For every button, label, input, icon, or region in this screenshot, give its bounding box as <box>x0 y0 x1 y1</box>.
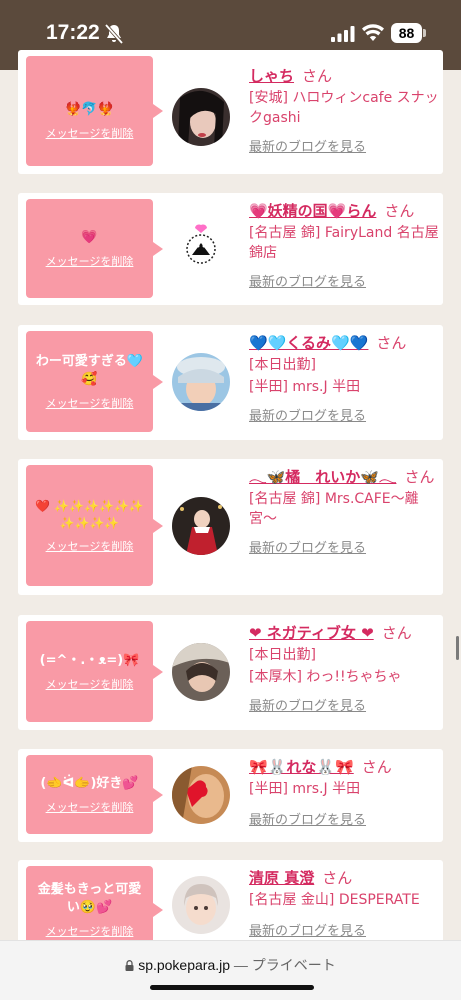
browser-address-bar[interactable]: sp.pokepara.jp — プライベート <box>0 940 461 1000</box>
cast-name-link[interactable]: 𓂃🦋橘 れいか🦋𓂃 <box>249 468 396 486</box>
status-time: 17:22 <box>46 21 100 44</box>
cast-info: 𓂃🦋橘 れいか🦋𓂃 さん [名古屋 錦] Mrs.CAFE〜離宮〜 最新のブログを… <box>249 467 439 556</box>
message-card: 💗 メッセージを削除 💗妖精の国💗らん さん [名古屋 錦] FairyLand … <box>18 193 443 305</box>
shop-info: [名古屋 錦] FairyLand 名古屋錦店 <box>249 225 439 261</box>
scroll-indicator[interactable] <box>456 636 459 660</box>
honorific: さん <box>302 67 333 85</box>
message-bubble: 🐦‍🔥🐬🐦‍🔥 メッセージを削除 <box>26 56 163 166</box>
avatar[interactable] <box>172 215 230 273</box>
message-card: ❤️ ✨✨✨✨✨✨ ✨✨✨✨ メッセージを削除 𓂃🦋橘 れいか🦋𓂃 さん [名古屋… <box>18 459 443 595</box>
url-domain: sp.pokepara.jp <box>138 957 231 973</box>
delete-message-link[interactable]: メッセージを削除 <box>46 125 134 141</box>
message-text: (🫲ᐛ🫱)好き💕 <box>40 775 139 791</box>
delete-message-link[interactable]: メッセージを削除 <box>46 799 134 815</box>
cast-name-link[interactable]: 💗妖精の国💗らん <box>249 202 376 220</box>
message-text: 金髪もきっと可愛い🥹💕 <box>37 882 142 915</box>
url-display[interactable]: sp.pokepara.jp — プライベート <box>0 955 461 975</box>
latest-blog-link[interactable]: 最新のブログを見る <box>249 695 366 714</box>
avatar[interactable] <box>172 643 230 701</box>
wifi-icon <box>362 24 384 41</box>
cast-name-line: ❤ ネガティブ女 ❤ さん <box>249 623 439 643</box>
cast-info: 💗妖精の国💗らん さん [名古屋 錦] FairyLand 名古屋錦店 最新のブロ… <box>249 201 439 290</box>
cast-info: ❤ ネガティブ女 ❤ さん [本日出勤] [本厚木] わっ!!ちゃちゃ 最新のブロ… <box>249 623 439 714</box>
shop-info: [半田] mrs.J 半田 <box>249 379 361 395</box>
cast-name-link[interactable]: 🎀🐰れな🐰🎀 <box>249 758 354 776</box>
latest-blog-link[interactable]: 最新のブログを見る <box>249 271 366 290</box>
honorific: さん <box>361 758 392 776</box>
attendance-status: [本日出勤] <box>249 647 316 663</box>
message-bubble: ❤️ ✨✨✨✨✨✨ ✨✨✨✨ メッセージを削除 <box>26 465 163 586</box>
battery-level: 88 <box>391 23 422 43</box>
honorific: さん <box>322 869 353 887</box>
avatar[interactable] <box>172 766 230 824</box>
bell-muted-icon <box>104 23 124 45</box>
message-card: (=^・.・ᴥ=)🎀 メッセージを削除 ❤ ネガティブ女 ❤ さん [本日出勤] … <box>18 615 443 730</box>
message-card: 🐦‍🔥🐬🐦‍🔥 メッセージを削除 しゃち さん [安城] ハロウィンcafe スナ… <box>18 50 443 174</box>
private-mode-label: — プライベート <box>233 957 336 973</box>
shop-info: [本厚木] わっ!!ちゃちゃ <box>249 669 402 685</box>
shop-info: [名古屋 錦] Mrs.CAFE〜離宮〜 <box>249 491 419 527</box>
avatar[interactable] <box>172 88 230 146</box>
shop-info: [半田] mrs.J 半田 <box>249 781 361 797</box>
delete-message-link[interactable]: メッセージを削除 <box>46 923 134 939</box>
message-bubble: (=^・.・ᴥ=)🎀 メッセージを削除 <box>26 621 163 722</box>
cast-name-line: 🎀🐰れな🐰🎀 さん <box>249 757 439 777</box>
cast-name-link[interactable]: ❤ ネガティブ女 ❤ <box>249 624 374 642</box>
message-text: 🐦‍🔥🐬🐦‍🔥 <box>65 102 114 117</box>
home-indicator[interactable] <box>150 985 314 990</box>
avatar[interactable] <box>172 497 230 555</box>
cast-name-link[interactable]: しゃち <box>249 67 294 85</box>
message-card: (🫲ᐛ🫱)好き💕 メッセージを削除 🎀🐰れな🐰🎀 さん [半田] mrs.J 半田… <box>18 749 443 842</box>
attendance-status: [本日出勤] <box>249 357 316 373</box>
cast-name-line: 💙🩵くるみ🩵💙 さん <box>249 333 439 353</box>
delete-message-link[interactable]: メッセージを削除 <box>46 676 134 692</box>
latest-blog-link[interactable]: 最新のブログを見る <box>249 136 366 155</box>
cast-info: 💙🩵くるみ🩵💙 さん [本日出勤] [半田] mrs.J 半田 最新のブログを見る <box>249 333 439 424</box>
message-text: 💗 <box>81 229 98 245</box>
cast-info: しゃち さん [安城] ハロウィンcafe スナックgashi 最新のブログを見る <box>249 66 439 155</box>
cast-info: 清原 真澄 さん [名古屋 金山] DESPERATE 最新のブログを見る <box>249 868 439 939</box>
delete-message-link[interactable]: メッセージを削除 <box>46 538 134 554</box>
delete-message-link[interactable]: メッセージを削除 <box>46 395 134 411</box>
avatar[interactable] <box>172 353 230 411</box>
lock-icon <box>125 960 134 971</box>
shop-info: [安城] ハロウィンcafe スナックgashi <box>249 90 439 126</box>
message-bubble: 💗 メッセージを削除 <box>26 199 163 298</box>
battery-tip <box>423 29 426 37</box>
honorific: さん <box>381 624 412 642</box>
latest-blog-link[interactable]: 最新のブログを見る <box>249 809 366 828</box>
cast-name-line: 💗妖精の国💗らん さん <box>249 201 439 221</box>
latest-blog-link[interactable]: 最新のブログを見る <box>249 920 366 939</box>
shop-info: [名古屋 金山] DESPERATE <box>249 892 420 908</box>
honorific: さん <box>384 202 415 220</box>
honorific: さん <box>376 334 407 352</box>
delete-message-link[interactable]: メッセージを削除 <box>46 253 134 269</box>
cast-name-line: 清原 真澄 さん <box>249 868 439 888</box>
cellular-signal-icon <box>331 26 355 42</box>
latest-blog-link[interactable]: 最新のブログを見る <box>249 405 366 424</box>
message-card: わー可愛すぎる🩵🥰 メッセージを削除 💙🩵くるみ🩵💙 さん [本日出勤] [半田]… <box>18 325 443 440</box>
message-text: わー可愛すぎる🩵🥰 <box>35 353 144 387</box>
message-bubble: わー可愛すぎる🩵🥰 メッセージを削除 <box>26 331 163 432</box>
message-bubble: (🫲ᐛ🫱)好き💕 メッセージを削除 <box>26 755 163 834</box>
message-text: (=^・.・ᴥ=)🎀 <box>39 652 140 668</box>
cast-name-line: 𓂃🦋橘 れいか🦋𓂃 さん <box>249 467 439 487</box>
cast-name-link[interactable]: 清原 真澄 <box>249 869 314 887</box>
avatar[interactable] <box>172 876 230 934</box>
latest-blog-link[interactable]: 最新のブログを見る <box>249 537 366 556</box>
message-text: ❤️ ✨✨✨✨✨✨ ✨✨✨✨ <box>35 498 144 530</box>
cast-info: 🎀🐰れな🐰🎀 さん [半田] mrs.J 半田 最新のブログを見る <box>249 757 439 828</box>
cast-name-link[interactable]: 💙🩵くるみ🩵💙 <box>249 334 368 352</box>
honorific: さん <box>404 468 435 486</box>
cast-name-line: しゃち さん <box>249 66 439 86</box>
